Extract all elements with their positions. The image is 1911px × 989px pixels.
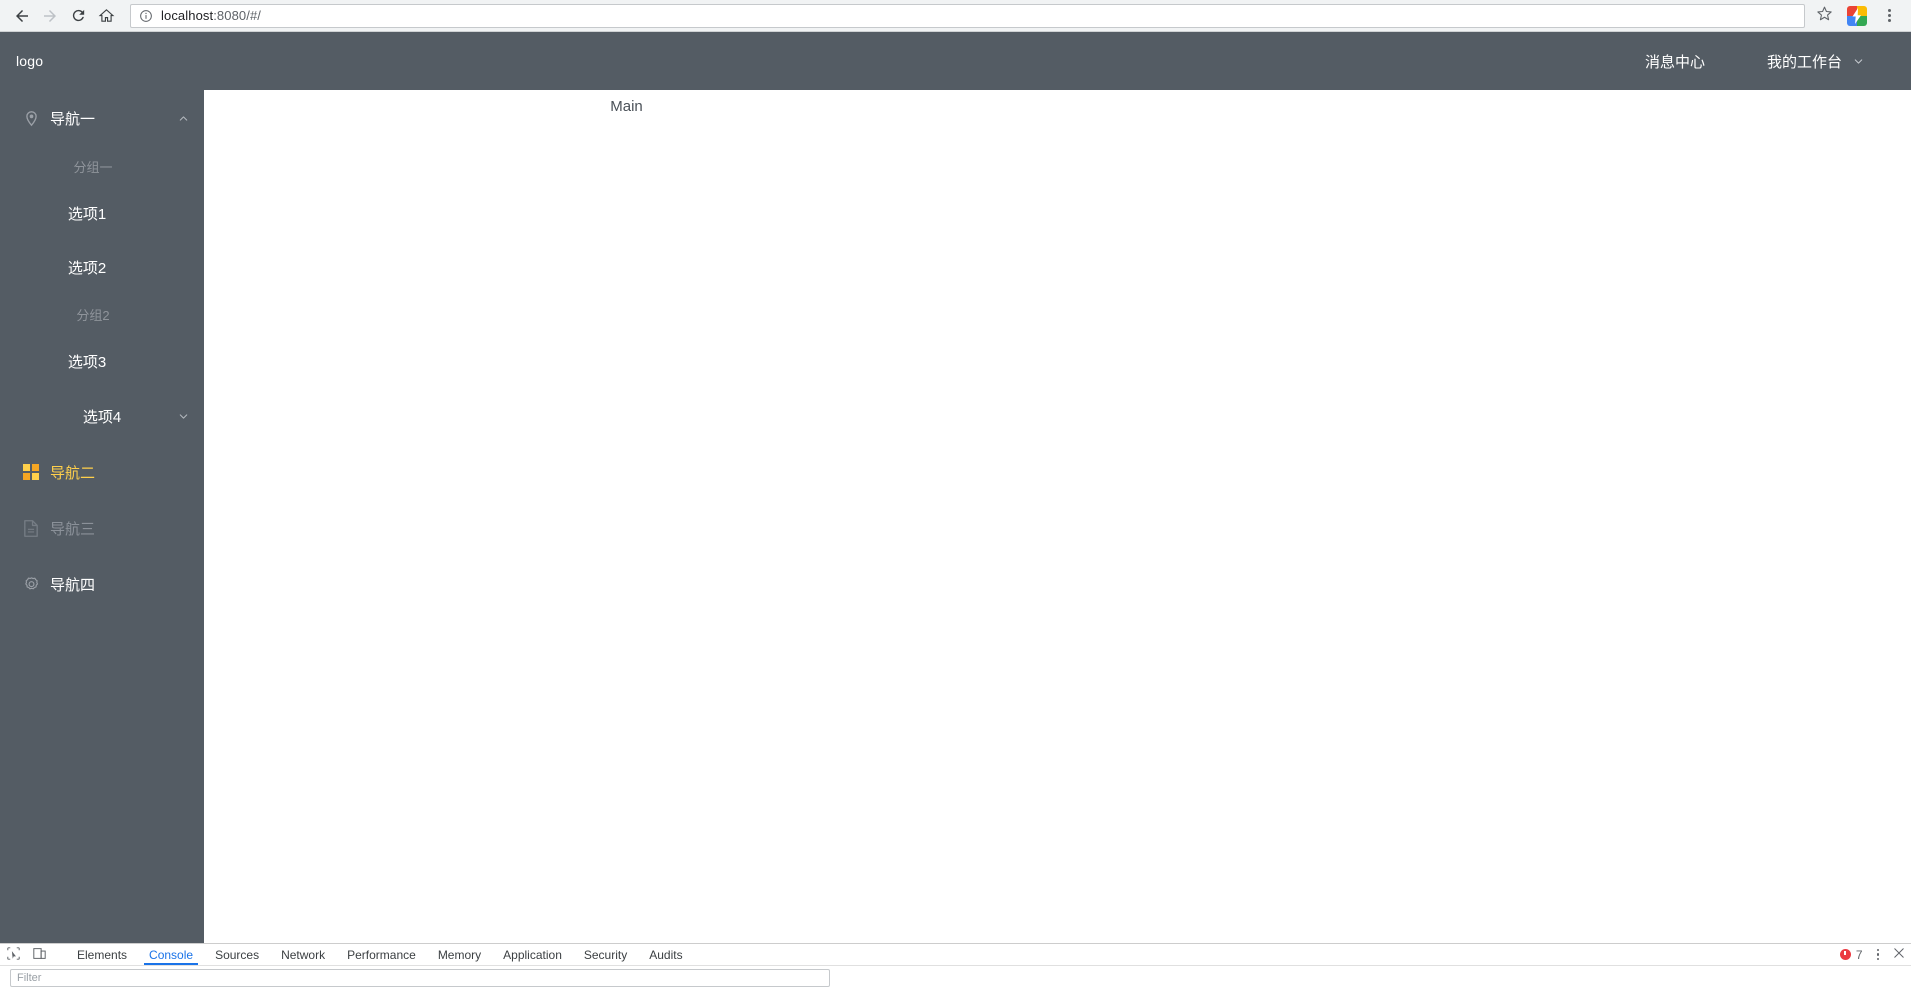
back-arrow-icon	[13, 7, 31, 25]
devtools-tab-audits[interactable]: Audits	[638, 944, 693, 965]
error-count-badge[interactable]: 7	[1839, 947, 1863, 962]
header-item-my-workbench[interactable]: 我的工作台	[1757, 32, 1875, 90]
browser-menu-icon	[1887, 9, 1891, 12]
header-item-label: 消息中心	[1644, 53, 1705, 71]
devtools-console-filter-bar: Filter	[0, 965, 1911, 989]
sidebar: 导航一 分组一 选项1 选项2 分组2 选项3 选项4 导航二 导航三 导航四	[0, 90, 204, 965]
sidebar-item-nav-one[interactable]: 导航一	[0, 90, 204, 146]
reload-icon	[70, 7, 87, 24]
tab-label: Sources	[215, 947, 260, 962]
tab-label: Console	[149, 947, 194, 962]
sidebar-submenu-option4[interactable]: 选项4	[0, 388, 204, 444]
sidebar-item-label: 导航三	[50, 520, 96, 538]
bookmark-button[interactable]	[1811, 3, 1837, 29]
devtools-tab-memory[interactable]: Memory	[427, 944, 492, 965]
sidebar-subitem-label: 选项2	[67, 259, 107, 277]
devtools-toolbar-right: 7	[1839, 947, 1911, 962]
bookmark-star-icon	[1816, 5, 1833, 27]
chevron-up-icon	[177, 112, 190, 125]
app-logo[interactable]: logo	[16, 53, 43, 69]
back-button[interactable]	[8, 2, 36, 30]
chevron-down-icon	[1852, 55, 1865, 68]
app-header: logo 消息中心 我的工作台	[0, 32, 1911, 90]
devtools-more-button[interactable]	[1876, 948, 1879, 961]
console-filter-input[interactable]: Filter	[10, 968, 830, 987]
header-item-message-center[interactable]: 消息中心	[1635, 32, 1715, 90]
header-actions: 消息中心 我的工作台	[1635, 32, 1911, 90]
devtools-tab-security[interactable]: Security	[573, 944, 638, 965]
sidebar-subitem-option2[interactable]: 选项2	[0, 240, 204, 294]
tab-label: Security	[583, 947, 628, 962]
sidebar-item-label: 导航四	[50, 576, 96, 594]
reload-button[interactable]	[64, 2, 92, 30]
chevron-down-icon	[177, 410, 190, 423]
error-count: 7	[1855, 947, 1863, 962]
console-filter-placeholder: Filter	[17, 971, 42, 984]
extension-icon	[1847, 5, 1867, 26]
sidebar-submenu-label: 选项4	[82, 408, 122, 426]
devtools-toolbar: Elements Console Sources Network Perform…	[0, 943, 1911, 965]
tab-label: Audits	[649, 947, 683, 962]
devtools-tab-elements[interactable]: Elements	[66, 944, 138, 965]
sidebar-item-label: 导航二	[50, 464, 96, 482]
devtools-tab-console[interactable]: Console	[138, 944, 204, 965]
home-icon	[98, 7, 115, 24]
sidebar-item-nav-four[interactable]: 导航四	[0, 556, 204, 612]
tab-label: Network	[281, 947, 326, 962]
home-button[interactable]	[92, 2, 120, 30]
devtools-more-icon	[1876, 948, 1879, 952]
devtools-tab-network[interactable]: Network	[270, 944, 336, 965]
address-bar[interactable]: localhost:8080/#/	[130, 3, 1805, 28]
header-item-label: 我的工作台	[1766, 53, 1842, 71]
error-icon	[1839, 949, 1851, 960]
sidebar-item-nav-two[interactable]: 导航二	[0, 444, 204, 500]
devtools-close-icon	[1893, 947, 1905, 962]
sidebar-group-title-2: 分组2	[76, 307, 110, 323]
devtools-close-button[interactable]	[1893, 947, 1905, 962]
sidebar-subitem-label: 选项1	[67, 205, 107, 223]
devtools-tab-performance[interactable]: Performance	[336, 944, 427, 965]
sidebar-group-title-1: 分组一	[73, 159, 113, 175]
devtools-tabs: Elements Console Sources Network Perform…	[66, 944, 694, 965]
main-content: Main	[204, 90, 1911, 943]
devtools-tab-sources[interactable]: Sources	[204, 944, 270, 965]
device-toolbar-button[interactable]	[26, 944, 52, 965]
tab-label: Performance	[347, 947, 416, 962]
device-toolbar-icon	[32, 947, 46, 963]
main-placeholder-text: Main	[610, 98, 643, 115]
page-info-icon[interactable]	[139, 9, 153, 23]
forward-arrow-icon	[41, 7, 59, 25]
url-text: localhost:8080/#/	[161, 8, 262, 23]
browser-menu-button[interactable]	[1877, 3, 1901, 29]
browser-toolbar: localhost:8080/#/	[0, 0, 1911, 32]
devtools-tab-application[interactable]: Application	[492, 944, 573, 965]
location-pin-icon	[20, 110, 42, 127]
extension-button[interactable]	[1847, 5, 1867, 26]
inspect-element-icon	[6, 946, 20, 963]
sidebar-subitem-label: 选项3	[67, 353, 107, 371]
document-icon	[20, 519, 42, 537]
url-path: :8080/#/	[213, 8, 262, 23]
forward-button[interactable]	[36, 2, 64, 30]
tab-label: Application	[503, 947, 562, 962]
sidebar-item-label: 导航一	[50, 110, 96, 128]
sidebar-subitem-option1[interactable]: 选项1	[0, 186, 204, 240]
gear-icon	[20, 576, 42, 593]
sidebar-item-nav-three: 导航三	[0, 500, 204, 556]
tab-label: Memory	[437, 947, 482, 962]
inspect-element-button[interactable]	[0, 944, 26, 965]
tab-label: Elements	[77, 947, 128, 962]
grid-squares-icon	[20, 464, 42, 480]
sidebar-subitem-option3[interactable]: 选项3	[0, 334, 204, 388]
